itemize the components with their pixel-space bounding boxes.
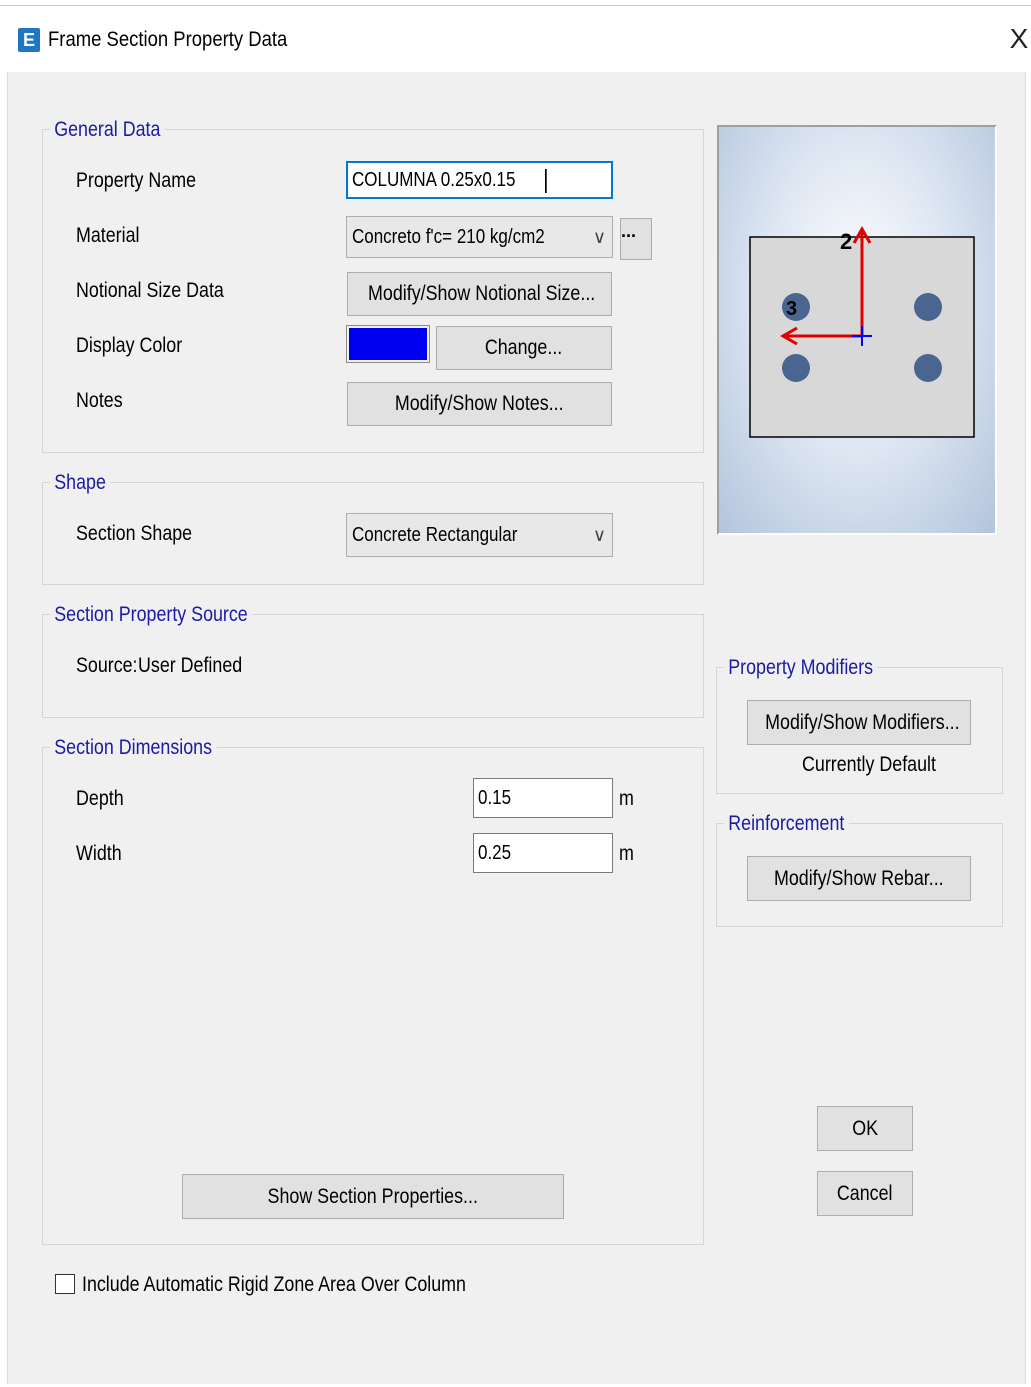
app-icon: E — [18, 28, 40, 52]
modify-modifiers-button[interactable]: Modify/Show Modifiers... — [747, 700, 971, 745]
ok-button[interactable]: OK — [817, 1106, 913, 1151]
source-value: User Defined — [138, 654, 243, 677]
display-color-fill — [349, 328, 427, 360]
width-input[interactable]: 0.25 — [473, 833, 613, 873]
close-icon[interactable]: X — [1006, 22, 1031, 56]
width-label: Width — [76, 842, 122, 865]
chevron-down-icon: ∨ — [592, 227, 606, 247]
modify-notional-size-button[interactable]: Modify/Show Notional Size... — [347, 272, 612, 316]
display-color-label: Display Color — [76, 334, 183, 357]
modify-rebar-button[interactable]: Modify/Show Rebar... — [747, 856, 971, 901]
modify-notes-button[interactable]: Modify/Show Notes... — [347, 382, 612, 426]
change-color-button[interactable]: Change... — [436, 326, 612, 370]
section-shape-label: Section Shape — [76, 522, 193, 545]
depth-input[interactable]: 0.15 — [473, 778, 613, 818]
material-label: Material — [76, 224, 140, 247]
text-caret — [545, 168, 548, 193]
section-dimensions-group — [42, 747, 704, 1245]
notional-size-label: Notional Size Data — [76, 279, 224, 302]
notes-label: Notes — [76, 389, 123, 412]
rigid-zone-checkbox[interactable] — [55, 1274, 75, 1294]
section-shape-select[interactable]: Concrete Rectangular ∨ — [346, 513, 613, 557]
general-data-title: General Data — [50, 118, 165, 142]
section-drawing: 2 3 — [749, 225, 975, 438]
reinforcement-title: Reinforcement — [724, 812, 849, 836]
section-dimensions-title: Section Dimensions — [50, 736, 217, 760]
property-name-label: Property Name — [76, 169, 197, 192]
section-preview: 2 3 — [717, 125, 997, 535]
depth-unit: m — [619, 787, 634, 810]
property-modifiers-title: Property Modifiers — [724, 656, 878, 680]
property-name-input[interactable]: COLUMNA 0.25x0.15 — [346, 161, 613, 199]
section-property-source-title: Section Property Source — [50, 603, 252, 627]
source-label: Source: — [76, 654, 138, 677]
rigid-zone-checkbox-label[interactable]: Include Automatic Rigid Zone Area Over C… — [82, 1272, 466, 1298]
top-divider — [0, 5, 1031, 6]
axis-2-label: 2 — [840, 229, 852, 254]
rebar-top-right — [914, 293, 942, 321]
rebar-bottom-right — [914, 354, 942, 382]
width-unit: m — [619, 842, 634, 865]
modifiers-status: Currently Default — [802, 753, 936, 776]
axis-3-label: 3 — [786, 298, 797, 320]
material-more-button[interactable]: ... — [620, 218, 652, 260]
rebar-bottom-left — [782, 354, 810, 382]
display-color-swatch — [346, 325, 430, 363]
cancel-button[interactable]: Cancel — [817, 1171, 913, 1216]
chevron-down-icon: ∨ — [592, 525, 606, 545]
show-section-properties-button[interactable]: Show Section Properties... — [182, 1174, 564, 1219]
shape-title: Shape — [50, 471, 111, 495]
window-title: Frame Section Property Data — [48, 28, 288, 51]
material-select[interactable]: Concreto f'c= 210 kg/cm2 ∨ — [346, 216, 613, 258]
depth-label: Depth — [76, 787, 124, 810]
